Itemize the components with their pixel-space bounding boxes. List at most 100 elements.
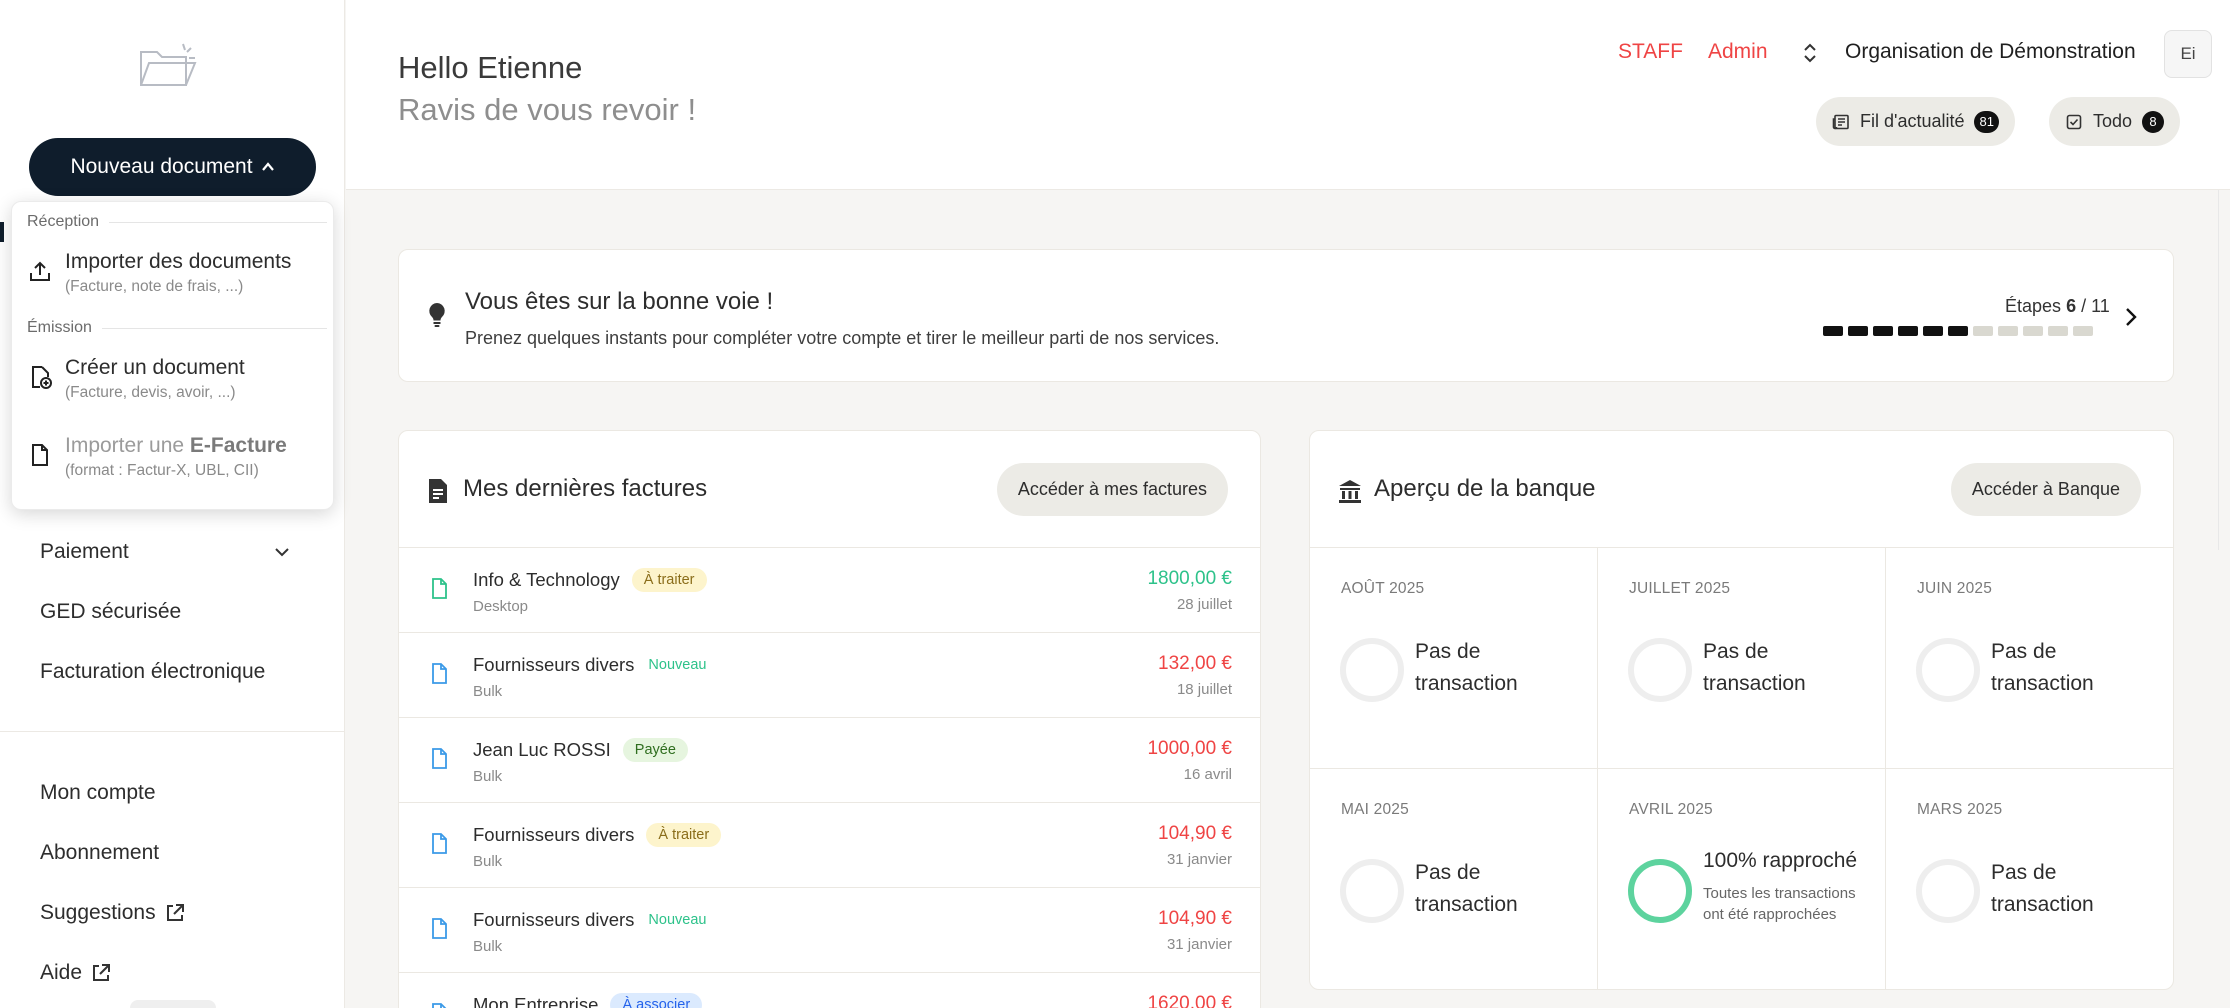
no-transaction-text: Pas de transaction [1415, 640, 1518, 695]
invoice-source: Bulk [473, 853, 503, 870]
bank-month-cell[interactable]: AVRIL 2025 100% rapproché Toutes les trans… [1598, 769, 1886, 989]
sidebar-divider [0, 731, 345, 732]
no-transaction-text: Pas de transaction [1415, 861, 1518, 916]
invoice-row[interactable]: Jean Luc ROSSI Payée Bulk 1000,00 € 16 avril [399, 718, 1260, 803]
invoice-source: Bulk [473, 938, 503, 955]
reconciliation-status: 100% rapproché [1703, 849, 1858, 872]
menu-item-create-document[interactable]: Créer un document (Facture, devis, avoir… [27, 356, 322, 402]
menu-item-title: Importer des documents [65, 250, 292, 273]
chevron-down-icon[interactable] [272, 542, 292, 562]
menu-item-subtitle: (Facture, note de frais, ...) [65, 278, 244, 295]
scrollbar[interactable] [2218, 190, 2230, 550]
bank-month-cell[interactable]: JUIN 2025 Pas de transaction [1886, 548, 2173, 769]
file-icon [32, 444, 48, 466]
invoice-row[interactable]: Fournisseurs divers Nouveau Bulk 132,00 € 18… [399, 633, 1260, 718]
steps-prefix: Étapes [2005, 296, 2062, 316]
document-icon [432, 1003, 447, 1008]
bank-month-cell[interactable]: MAI 2025 Pas de transaction [1310, 769, 1598, 989]
upload-icon [30, 261, 50, 281]
reconciliation-ring [1628, 638, 1692, 702]
invoice-supplier: Fournisseurs divers Nouveau [473, 908, 708, 932]
greeting-subtitle: Ravis de vous revoir ! [398, 92, 697, 127]
invoice-row[interactable]: Fournisseurs divers À traiter Bulk 104,90 €… [399, 803, 1260, 888]
invoice-source: Bulk [473, 768, 503, 785]
todo-label: Todo [2093, 111, 2133, 131]
sidebar-item-mon-compte[interactable]: Mon compte [40, 781, 156, 805]
sidebar-item-label: Suggestions [40, 901, 156, 924]
invoice-row[interactable]: Info & Technology À traiter Desktop 1800,00… [399, 548, 1260, 633]
chevron-right-icon[interactable] [2123, 305, 2139, 329]
invoice-supplier: Info & Technology À traiter [473, 568, 707, 592]
go-to-invoices-button[interactable]: Accéder à mes factures [996, 463, 1228, 516]
step-segment [1823, 326, 1843, 336]
efacture-prefix: Importer une [65, 434, 190, 457]
steps-progress-bar [1823, 326, 2093, 336]
new-document-label: Nouveau document [70, 155, 253, 178]
new-document-button[interactable]: Nouveau document [29, 138, 316, 196]
file-plus-icon [32, 366, 52, 389]
invoice-row[interactable]: Fournisseurs divers Nouveau Bulk 104,90 € 31… [399, 888, 1260, 973]
sidebar-item-aide[interactable]: Aide [40, 961, 112, 985]
menu-item-title: Créer un document [65, 356, 245, 379]
step-segment [2073, 326, 2093, 336]
sidebar-item-paiement[interactable]: Paiement [40, 540, 129, 564]
sidebar-item-suggestions[interactable]: Suggestions [40, 901, 186, 925]
reconciliation-detail: Toutes les transactions ont été rapproch… [1703, 885, 1856, 923]
invoice-supplier: Fournisseurs divers À traiter [473, 823, 722, 847]
supplier-name: Fournisseurs divers [473, 909, 635, 930]
go-to-bank-button[interactable]: Accéder à Banque [1950, 463, 2141, 516]
bank-month-cell[interactable]: AOÛT 2025 Pas de transaction [1310, 548, 1598, 769]
bank-month-cell[interactable]: MARS 2025 Pas de transaction [1886, 769, 2173, 989]
sidebar-item-facturation[interactable]: Facturation électronique [40, 660, 265, 684]
sidebar-item-label: GED sécurisée [40, 600, 182, 623]
invoice-date: 31 janvier [1166, 936, 1232, 953]
external-link-icon [166, 904, 184, 921]
user-avatar-button[interactable]: Ei [2164, 30, 2212, 78]
step-segment [1898, 326, 1918, 336]
step-segment [1973, 326, 1993, 336]
no-transaction-text: Pas de transaction [1703, 640, 1806, 695]
sidebar-item-label: Paiement [40, 540, 129, 563]
organisation-name[interactable]: Organisation de Démonstration [1845, 40, 2136, 64]
new-document-menu: Réception Importer des documents (Factur… [11, 201, 334, 510]
page-header: Hello Etienne Ravis de vous revoir ! STA… [346, 0, 2230, 190]
invoice-amount: 1000,00 € [1147, 738, 1232, 759]
status-badge: Nouveau [648, 912, 707, 928]
invoice-supplier: Mon Entreprise À associer [473, 993, 703, 1008]
onboarding-progress-card: Vous êtes sur la bonne voie ! Prenez que… [398, 249, 2174, 382]
sidebar-item-ged[interactable]: GED sécurisée [40, 600, 181, 624]
bank-month-label: JUILLET 2025 [1629, 580, 1731, 597]
invoice-amount: 104,90 € [1158, 823, 1232, 844]
todo-count: 8 [2142, 110, 2165, 133]
todo-button[interactable]: Todo 8 [2049, 97, 2181, 146]
step-segment [2023, 326, 2043, 336]
step-segment [1998, 326, 2018, 336]
bank-title: Aperçu de la banque [1374, 475, 1596, 502]
supplier-name: Fournisseurs divers [473, 824, 635, 845]
no-transaction-text: Pas de transaction [1991, 861, 2094, 916]
bank-month-label: MARS 2025 [1917, 801, 2003, 818]
menu-item-import-efacture[interactable]: Importer une E-Facture (format : Factur-… [27, 434, 322, 480]
status-badge: Payée [622, 738, 688, 762]
reconciliation-ring [1340, 638, 1404, 702]
invoice-date: 16 avril [1183, 766, 1232, 783]
invoice-amount: 104,90 € [1158, 908, 1232, 929]
menu-item-import-documents[interactable]: Importer des documents (Facture, note de… [27, 250, 322, 296]
progress-subtitle: Prenez quelques instants pour compléter … [465, 328, 1220, 348]
invoice-row[interactable]: Mon Entreprise À associer 1620,00 € [399, 973, 1260, 1008]
bank-month-cell[interactable]: JUILLET 2025 Pas de transaction [1598, 548, 1886, 769]
external-link-icon [93, 964, 111, 981]
invoice-source: Desktop [473, 598, 529, 615]
menu-section-reception: Réception [27, 213, 327, 231]
step-segment [2048, 326, 2068, 336]
sidebar-item-label: Facturation électronique [40, 660, 266, 683]
menu-section-emission: Émission [27, 319, 327, 337]
chevron-up-icon [261, 162, 274, 171]
invoice-amount: 132,00 € [1158, 653, 1232, 674]
switch-org-icon[interactable] [1802, 41, 1818, 65]
sidebar-item-label: Mon compte [40, 781, 156, 804]
step-segment [1923, 326, 1943, 336]
sidebar-item-abonnement[interactable]: Abonnement [40, 841, 159, 865]
news-feed-button[interactable]: Fil d'actualité 81 [1816, 97, 2015, 146]
invoice-supplier: Fournisseurs divers Nouveau [473, 653, 708, 677]
